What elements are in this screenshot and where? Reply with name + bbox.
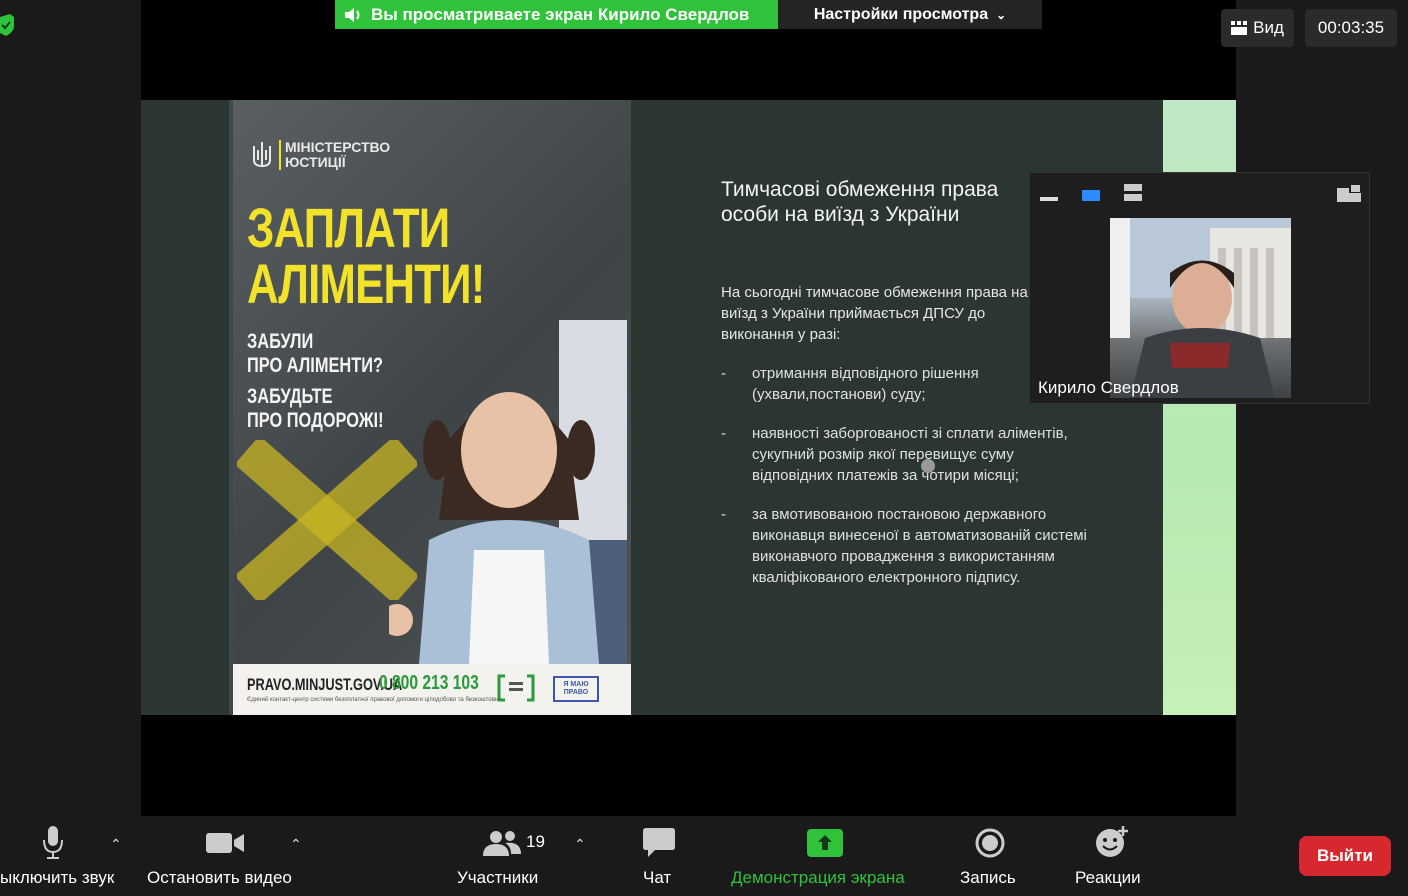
record-icon xyxy=(975,828,1005,858)
share-screen-icon xyxy=(807,829,843,857)
participants-count: 19 xyxy=(526,832,545,851)
stop-video-label: Остановить видео xyxy=(147,868,292,887)
girl-illustration xyxy=(389,320,627,664)
participants-button[interactable]: 19 Участники xyxy=(450,816,560,896)
chat-label: Чат xyxy=(643,868,672,887)
participants-options-caret-icon[interactable]: ⌃ xyxy=(574,836,586,853)
record-button[interactable]: Запись xyxy=(950,816,1030,896)
reactions-label: Реакции xyxy=(1075,868,1141,887)
slide-intro: На сьогодні тимчасове обмеження права на… xyxy=(721,284,1028,343)
poster-footnote: Єдиний контакт-центр системи безоплатної… xyxy=(247,697,502,703)
speaker-icon xyxy=(345,7,360,22)
poster-sub1: ЗАБУЛИ ПРО АЛІМЕНТИ? xyxy=(247,330,383,378)
mute-label: ыключить звук xyxy=(0,868,115,887)
share-screen-button[interactable]: Демонстрация экрана xyxy=(725,816,925,896)
view-settings-label: Настройки просмотра xyxy=(813,5,989,23)
video-camera-icon xyxy=(206,833,244,853)
i-have-right-logo: Я МАЮ ПРАВО xyxy=(553,676,599,702)
view-label: Вид xyxy=(1253,18,1284,37)
participant-video xyxy=(1110,218,1291,398)
sharing-text: Вы просматриваете экран Кирило Свердлов xyxy=(371,4,750,24)
sub2-line1: ЗАБУДЬТЕ xyxy=(247,385,333,408)
ministry-line2: ЮСТИЦІЇ xyxy=(285,154,346,170)
participants-icon xyxy=(483,831,521,856)
ministry-logo: МІНІСТЕРСТВО ЮСТИЦІЇ xyxy=(251,140,390,170)
microphone-icon xyxy=(43,826,63,859)
reactions-button[interactable]: Реакции xyxy=(1065,816,1155,896)
chat-button[interactable]: Чат xyxy=(630,816,688,896)
view-settings-button[interactable]: Настройки просмотра ⌄ xyxy=(778,0,1042,29)
view-button[interactable]: Вид xyxy=(1221,9,1294,47)
stop-video-button[interactable]: Остановить видео xyxy=(140,816,310,896)
slide-title: Тимчасові обмеження права особи на виїзд… xyxy=(721,178,999,226)
participant-name: Кирило Свердлов xyxy=(1038,378,1179,397)
trident-icon xyxy=(253,142,271,168)
headline-line2: АЛІМЕНТИ! xyxy=(247,252,485,315)
headline-line1: ЗАПЛАТИ xyxy=(247,196,450,259)
shield-check-icon[interactable] xyxy=(0,14,14,36)
pointer-dot xyxy=(921,459,935,473)
chevron-down-icon: ⌄ xyxy=(996,7,1007,22)
poster-headline: ЗАПЛАТИ АЛІМЕНТИ! xyxy=(247,200,485,312)
speaker-view-icon[interactable] xyxy=(1082,188,1100,202)
video-options-caret-icon[interactable]: ⌃ xyxy=(290,836,302,853)
chat-icon xyxy=(643,828,675,857)
share-screen-label: Демонстрация экрана xyxy=(731,868,905,887)
grid-view-icon xyxy=(1231,21,1248,35)
ministry-line1: МІНІСТЕРСТВО xyxy=(285,139,391,155)
meeting-toolbar: ыключить звук ⌃ Остановить видео ⌃ 19 Уч… xyxy=(0,816,1408,896)
minimize-icon[interactable] xyxy=(1040,195,1058,201)
sharing-banner: Вы просматриваете экран Кирило Свердлов xyxy=(335,0,778,29)
leave-button[interactable]: Выйти xyxy=(1299,836,1391,876)
video-window-toolbar xyxy=(1030,173,1369,213)
sub2-line2: ПРО ПОДОРОЖІ! xyxy=(247,409,384,432)
video-thumbnail-window[interactable]: Кирило Свердлов xyxy=(1029,172,1370,404)
sub1-line1: ЗАБУЛИ xyxy=(247,330,314,353)
audio-options-caret-icon[interactable]: ⌃ xyxy=(110,836,122,853)
reactions-emoji-icon xyxy=(1096,826,1128,857)
poster: МІНІСТЕРСТВО ЮСТИЦІЇ ЗАПЛАТИ АЛІМЕНТИ! З… xyxy=(229,100,631,715)
poster-sub2: ЗАБУДЬТЕ ПРО ПОДОРОЖІ! xyxy=(247,385,384,433)
legal-aid-logo-icon xyxy=(497,674,535,702)
pip-icon[interactable] xyxy=(1337,184,1361,202)
gallery-strip-icon[interactable] xyxy=(1124,184,1142,202)
record-label: Запись xyxy=(960,868,1016,887)
meeting-timer: 00:03:35 xyxy=(1305,9,1397,47)
mute-button[interactable]: ыключить звук xyxy=(0,816,130,896)
poster-phone: 0 800 213 103 xyxy=(379,672,479,694)
participant-avatar-video xyxy=(1110,218,1291,398)
participants-label: Участники xyxy=(457,868,539,887)
sub1-line2: ПРО АЛІМЕНТИ? xyxy=(247,354,384,377)
